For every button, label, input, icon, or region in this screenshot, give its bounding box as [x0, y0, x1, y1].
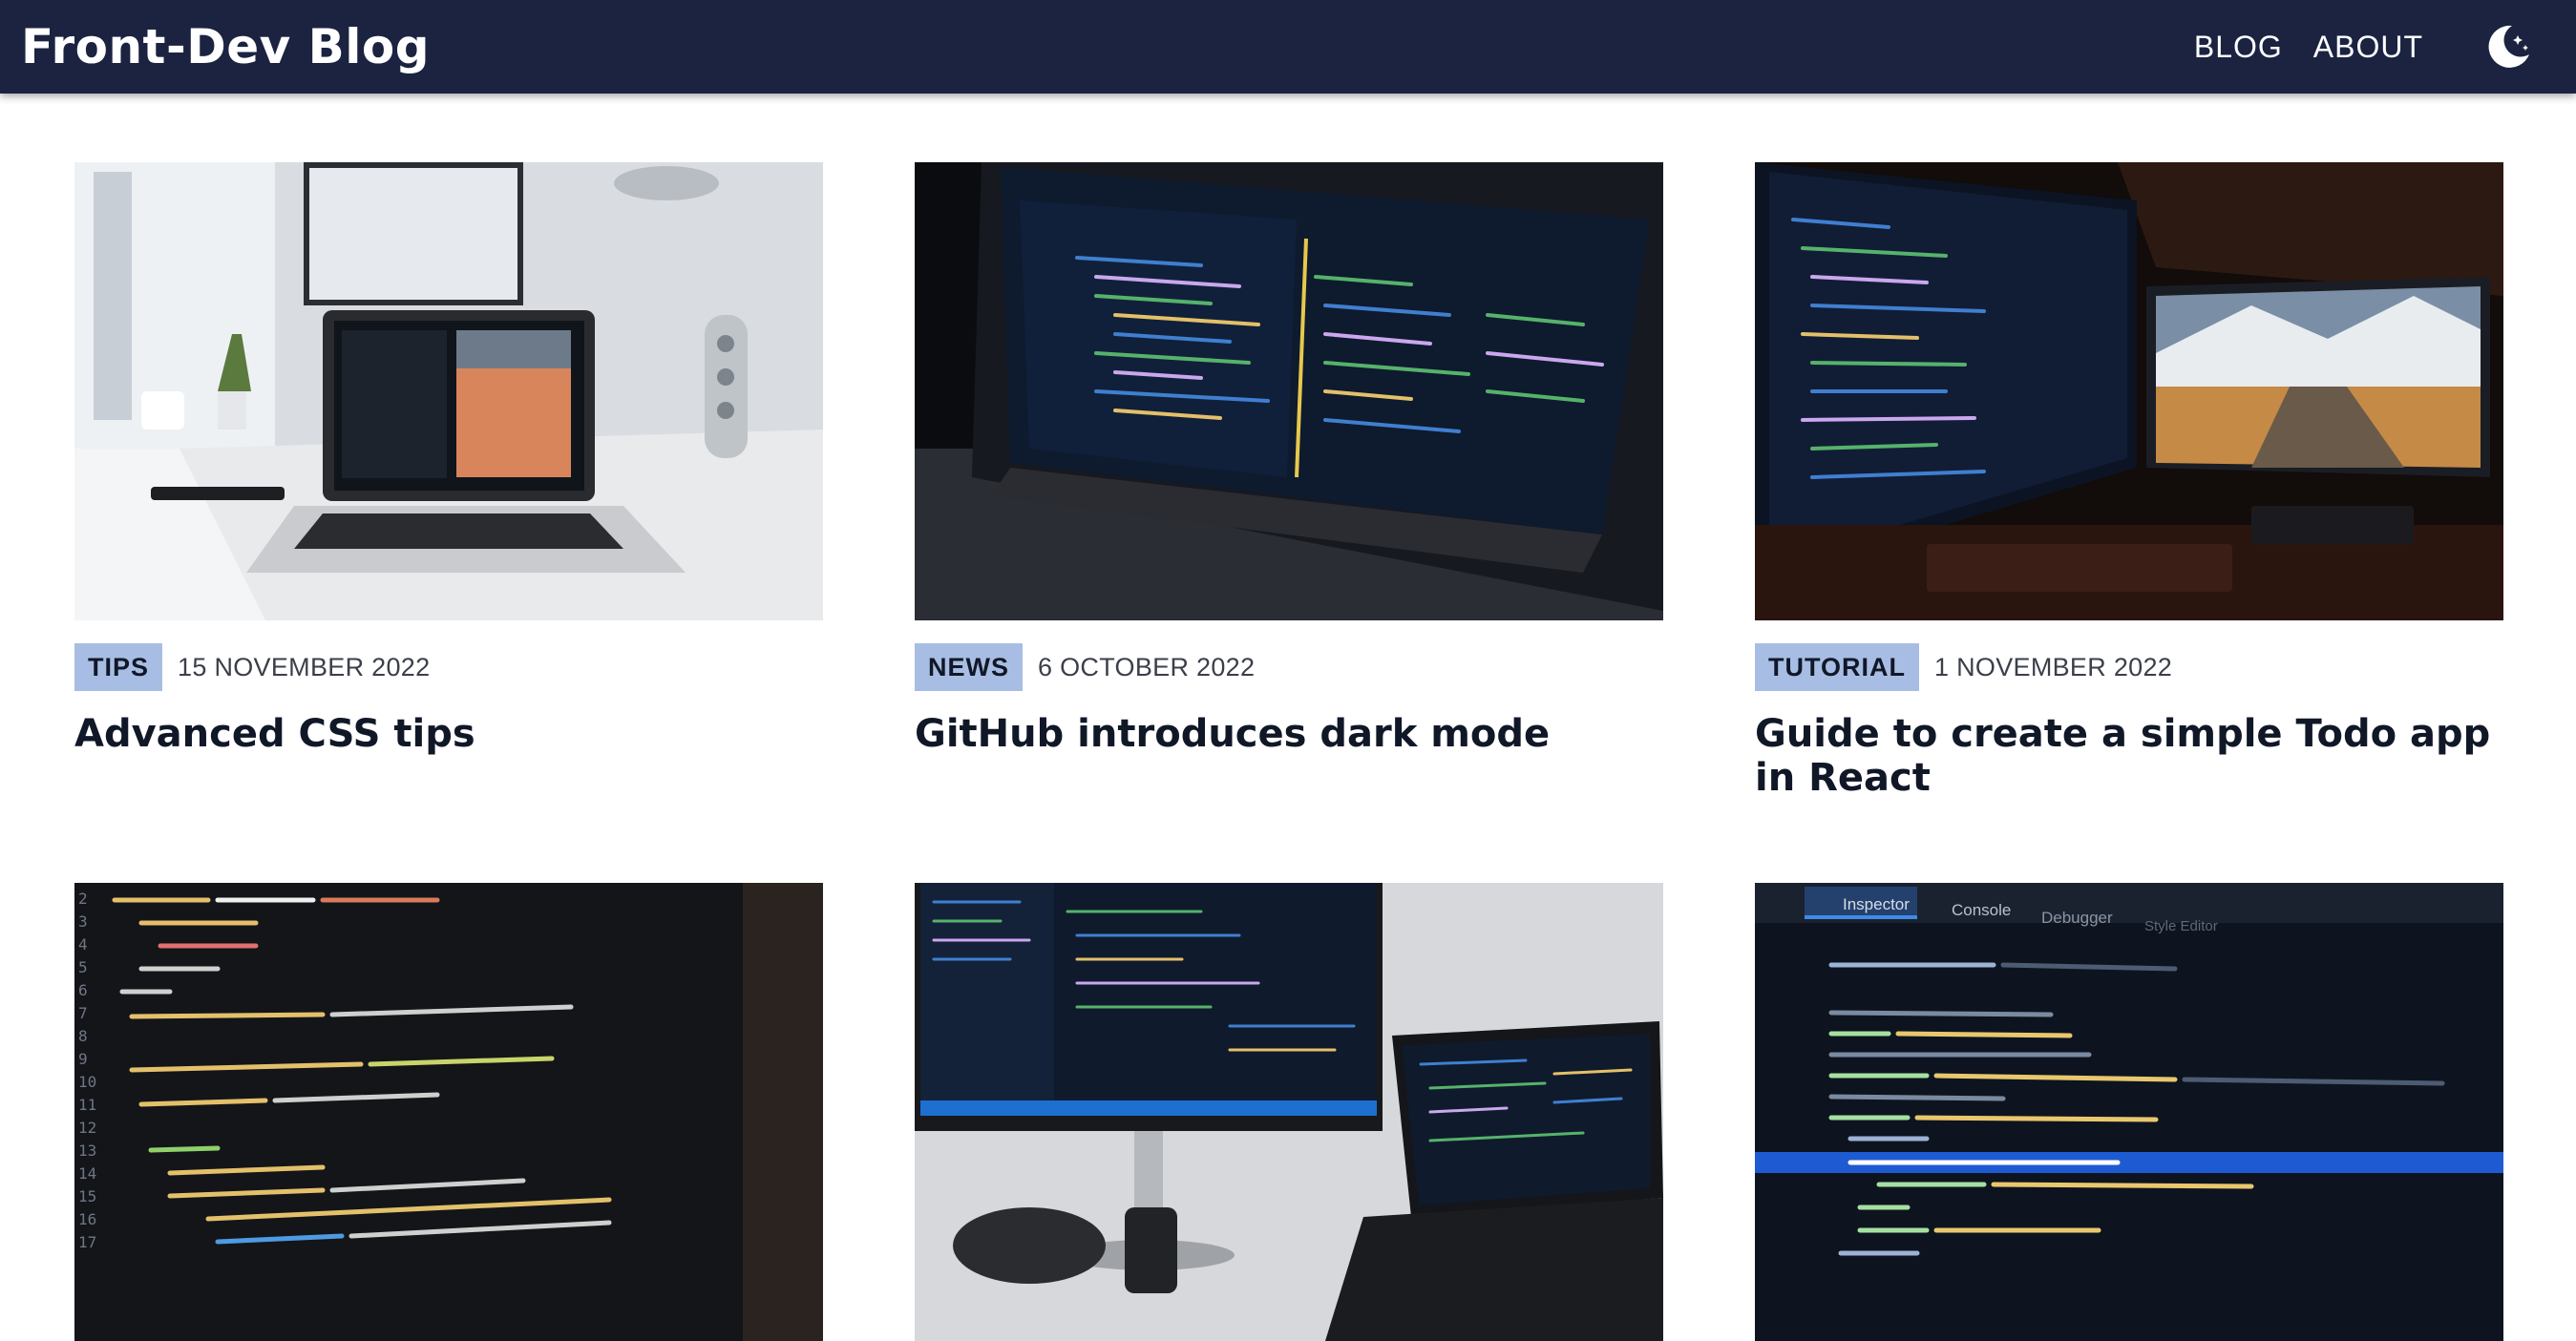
svg-text:9: 9	[78, 1050, 88, 1068]
post-title[interactable]: Advanced CSS tips	[74, 712, 823, 756]
post-image-laptop-desk[interactable]	[74, 162, 823, 620]
svg-text:17: 17	[78, 1233, 96, 1251]
post-meta: NEWS 6 OCTOBER 2022	[915, 643, 1663, 691]
post-image-devtools-inspector[interactable]: Inspector Console Debugger Style Editor	[1755, 883, 2503, 1341]
svg-text:11: 11	[78, 1096, 96, 1114]
post-title[interactable]: Guide to create a simple Todo app in Rea…	[1755, 712, 2503, 800]
post-card[interactable]: 2 3 4 5 6 7 8 9 10 11 12 13 14 15 16 17	[74, 883, 823, 1341]
svg-text:8: 8	[78, 1027, 88, 1045]
post-tag[interactable]: NEWS	[915, 643, 1023, 691]
nav-link-blog[interactable]: BLOG	[2194, 30, 2283, 65]
svg-text:4: 4	[78, 935, 88, 953]
post-card[interactable]: TUTORIAL 1 NOVEMBER 2022 Guide to create…	[1755, 162, 2503, 800]
post-image-monitor-laptop[interactable]	[915, 883, 1663, 1341]
svg-text:3: 3	[78, 912, 88, 931]
post-card[interactable]	[915, 883, 1663, 1341]
site-logo-link[interactable]: Front-Dev Blog	[21, 19, 430, 74]
post-image-js-code[interactable]: 2 3 4 5 6 7 8 9 10 11 12 13 14 15 16 17	[74, 883, 823, 1341]
svg-text:5: 5	[78, 958, 88, 976]
main-nav: BLOG ABOUT	[2164, 21, 2534, 73]
svg-text:7: 7	[78, 1004, 88, 1022]
post-card[interactable]: TIPS 15 NOVEMBER 2022 Advanced CSS tips	[74, 162, 823, 756]
svg-text:13: 13	[78, 1142, 96, 1160]
svg-text:10: 10	[78, 1073, 96, 1091]
svg-text:2: 2	[78, 890, 88, 908]
post-title[interactable]: GitHub introduces dark mode	[915, 712, 1663, 756]
post-tag[interactable]: TUTORIAL	[1755, 643, 1919, 691]
post-card[interactable]: NEWS 6 OCTOBER 2022 GitHub introduces da…	[915, 162, 1663, 756]
site-header: Front-Dev Blog BLOG ABOUT	[0, 0, 2576, 94]
post-meta: TUTORIAL 1 NOVEMBER 2022	[1755, 643, 2503, 691]
post-date: 1 NOVEMBER 2022	[1934, 652, 2173, 681]
devtools-tab-debugger: Debugger	[2041, 909, 2113, 927]
moon-stars-icon	[2488, 25, 2529, 68]
nav-link-about[interactable]: ABOUT	[2313, 30, 2423, 65]
svg-text:12: 12	[78, 1119, 96, 1137]
svg-text:6: 6	[78, 981, 88, 999]
post-meta: TIPS 15 NOVEMBER 2022	[74, 643, 823, 691]
svg-text:15: 15	[78, 1187, 96, 1205]
devtools-tab-style-editor: Style Editor	[2144, 918, 2218, 934]
devtools-tab-inspector: Inspector	[1843, 895, 1910, 913]
post-image-laptop-code[interactable]	[915, 162, 1663, 620]
post-date: 15 NOVEMBER 2022	[178, 652, 431, 681]
post-date: 6 OCTOBER 2022	[1038, 652, 1256, 681]
theme-toggle-button[interactable]	[2482, 21, 2534, 73]
post-image-dual-monitor[interactable]	[1755, 162, 2503, 620]
post-tag[interactable]: TIPS	[74, 643, 163, 691]
post-card[interactable]: Inspector Console Debugger Style Editor	[1755, 883, 2503, 1341]
devtools-tab-console: Console	[1952, 901, 2011, 919]
svg-text:16: 16	[78, 1210, 96, 1228]
svg-text:14: 14	[78, 1164, 96, 1183]
